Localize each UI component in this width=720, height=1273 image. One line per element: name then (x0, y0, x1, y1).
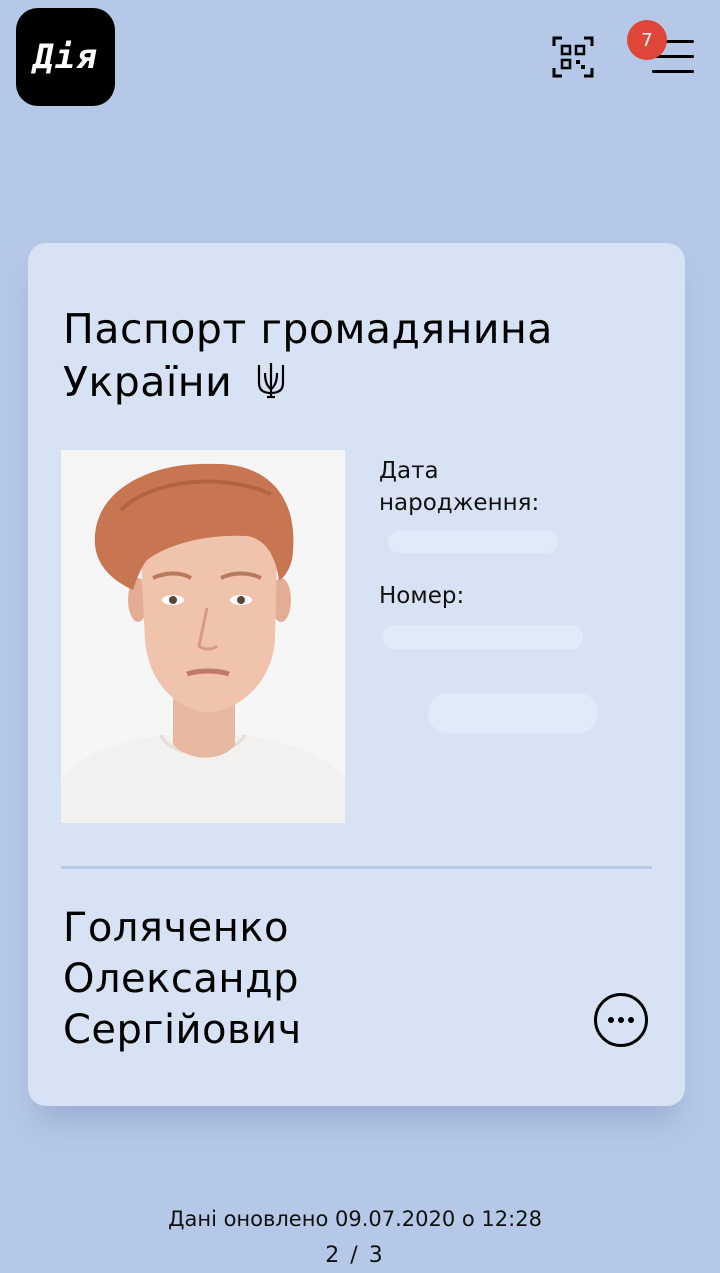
card-pager: 2 / 3 (325, 1243, 385, 1268)
more-options-button[interactable] (594, 993, 648, 1047)
qr-scan-button[interactable] (552, 36, 594, 78)
card-decor (428, 693, 598, 733)
diia-logo: Дія (16, 8, 115, 106)
owner-patronymic: Сергійович (63, 1007, 302, 1053)
passport-card[interactable]: Паспорт громадянина України Дата народже… (28, 243, 685, 1106)
more-options-icon (608, 1017, 634, 1023)
owner-given-name: Олександр (63, 956, 300, 1002)
owner-surname: Голяченко (63, 905, 290, 951)
passport-photo (61, 450, 345, 823)
trident-icon (257, 363, 284, 399)
birth-date-label: Дата народження: (379, 458, 540, 516)
owner-full-name: Голяченко Олександр Сергійович (63, 903, 583, 1056)
card-title: Паспорт громадянина України (63, 303, 663, 409)
card-divider (61, 866, 652, 869)
number-label: Номер: (379, 583, 465, 609)
number-value (383, 625, 583, 649)
card-title-text: Паспорт громадянина України (63, 305, 553, 406)
notification-badge[interactable]: 7 (627, 20, 667, 60)
birth-date-value (388, 531, 558, 553)
updated-timestamp: Дані оновлено 09.07.2020 о 12:28 (168, 1207, 542, 1231)
qr-scan-icon (552, 36, 594, 78)
